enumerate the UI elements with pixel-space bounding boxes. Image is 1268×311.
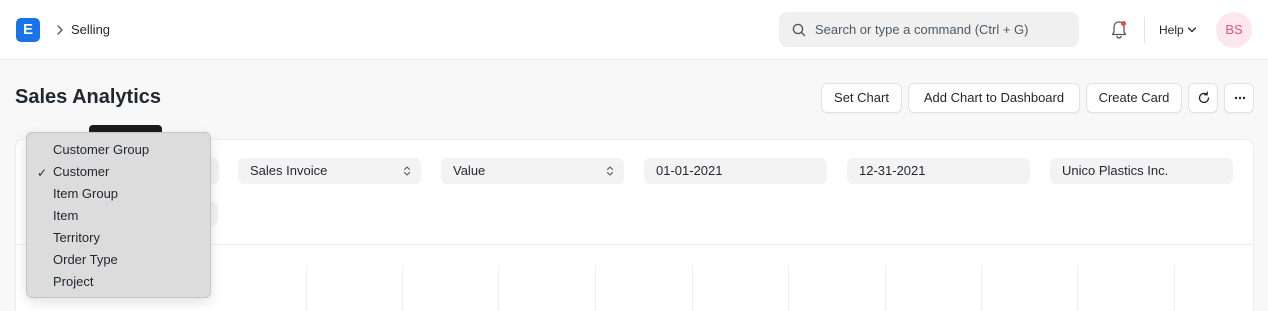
breadcrumb-selling[interactable]: Selling bbox=[71, 22, 110, 37]
set-chart-button[interactable]: Set Chart bbox=[821, 83, 902, 113]
from-date-field[interactable]: 01-01-2021 bbox=[644, 158, 827, 184]
refresh-icon bbox=[1198, 91, 1210, 104]
help-menu[interactable]: Help bbox=[1159, 23, 1184, 37]
chevron-updown-icon bbox=[403, 166, 411, 176]
search-input[interactable] bbox=[815, 12, 1070, 47]
chart-gridline bbox=[981, 266, 982, 311]
navbar-divider bbox=[1144, 17, 1145, 43]
create-card-button[interactable]: Create Card bbox=[1086, 83, 1182, 113]
chart-gridline bbox=[692, 266, 693, 311]
checkmark-icon: ✓ bbox=[37, 166, 48, 180]
chart-gridline bbox=[788, 266, 789, 311]
dropdown-option-item-group[interactable]: Item Group bbox=[53, 184, 118, 204]
dropdown-option-territory[interactable]: Territory bbox=[53, 228, 100, 248]
company-field[interactable]: Unico Plastics Inc. bbox=[1050, 158, 1233, 184]
more-icon bbox=[1234, 96, 1246, 100]
bell-icon[interactable] bbox=[1109, 19, 1129, 41]
chart-gridline bbox=[1077, 266, 1078, 311]
navbar: E Selling Help BS bbox=[0, 0, 1268, 60]
dropdown-option-project[interactable]: Project bbox=[53, 272, 93, 292]
value-quantity-select[interactable]: Value bbox=[441, 158, 624, 184]
chart-gridline bbox=[306, 266, 307, 311]
dropdown-option-customer[interactable]: Customer bbox=[53, 162, 109, 182]
dropdown-option-item[interactable]: Item bbox=[53, 206, 78, 226]
chart-gridline bbox=[1174, 266, 1175, 311]
document-type-select[interactable]: Sales Invoice bbox=[238, 158, 421, 184]
app-logo[interactable]: E bbox=[16, 18, 40, 42]
dropdown-option-customer-group[interactable]: Customer Group bbox=[53, 140, 149, 160]
more-menu-button[interactable] bbox=[1224, 83, 1254, 113]
avatar[interactable]: BS bbox=[1216, 12, 1252, 48]
page-title: Sales Analytics bbox=[15, 86, 162, 108]
chart-gridline bbox=[595, 266, 596, 311]
chevron-down-icon[interactable] bbox=[1187, 26, 1197, 34]
document-type-value: Sales Invoice bbox=[250, 163, 328, 178]
to-date-field[interactable]: 12-31-2021 bbox=[847, 158, 1030, 184]
refresh-button[interactable] bbox=[1188, 83, 1218, 113]
dropdown-option-order-type[interactable]: Order Type bbox=[53, 250, 118, 270]
add-chart-to-dashboard-button[interactable]: Add Chart to Dashboard bbox=[908, 83, 1080, 113]
value-quantity-value: Value bbox=[453, 163, 486, 178]
notification-dot bbox=[1121, 21, 1126, 26]
chart-gridline bbox=[885, 266, 886, 311]
search-bar[interactable] bbox=[779, 12, 1079, 47]
search-icon bbox=[792, 23, 806, 37]
chart-gridline bbox=[498, 266, 499, 311]
tree-type-dropdown: Customer Group ✓ Customer Item Group Ite… bbox=[26, 132, 211, 298]
chevron-right-icon bbox=[57, 25, 63, 35]
chart-gridline bbox=[402, 266, 403, 311]
chevron-updown-icon bbox=[606, 166, 614, 176]
